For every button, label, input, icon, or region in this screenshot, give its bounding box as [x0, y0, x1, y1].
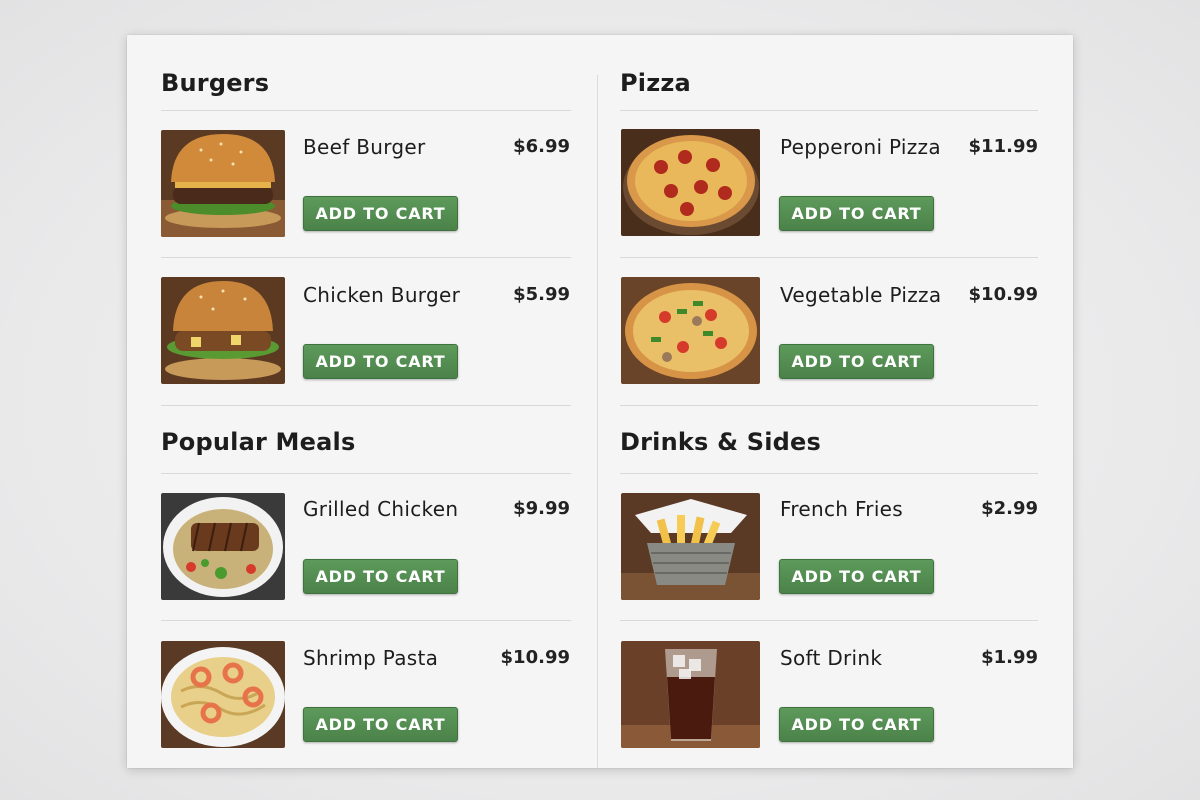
- item-price: $1.99: [981, 647, 1038, 668]
- french-fries-photo: [621, 493, 760, 600]
- divider: [161, 110, 571, 111]
- divider: [161, 405, 571, 406]
- divider: [620, 405, 1038, 406]
- section-title-drinks-sides: Drinks & Sides: [620, 428, 822, 456]
- menu-panel: Burgers Beef Burger $6.99 ADD TO CART Ch…: [127, 35, 1073, 768]
- item-price: $10.99: [500, 647, 570, 668]
- add-to-cart-button[interactable]: ADD TO CART: [779, 196, 934, 231]
- divider: [620, 473, 1038, 474]
- add-to-cart-button[interactable]: ADD TO CART: [779, 344, 934, 379]
- item-price: $9.99: [513, 498, 570, 519]
- divider: [161, 473, 571, 474]
- divider: [161, 257, 571, 258]
- column-divider: [597, 75, 598, 768]
- pepperoni-pizza-photo: [621, 129, 760, 236]
- add-to-cart-button[interactable]: ADD TO CART: [303, 344, 458, 379]
- divider: [620, 110, 1038, 111]
- chicken-burger-photo: [161, 277, 285, 384]
- item-name: Vegetable Pizza: [780, 283, 942, 307]
- section-title-popular-meals: Popular Meals: [161, 428, 356, 456]
- add-to-cart-button[interactable]: ADD TO CART: [779, 559, 934, 594]
- item-name: Soft Drink: [780, 646, 883, 670]
- item-price: $5.99: [513, 284, 570, 305]
- section-title-pizza: Pizza: [620, 69, 691, 97]
- beef-burger-photo: [161, 130, 285, 237]
- item-price: $11.99: [968, 136, 1038, 157]
- add-to-cart-button[interactable]: ADD TO CART: [303, 196, 458, 231]
- item-name: Shrimp Pasta: [303, 646, 439, 670]
- item-name: French Fries: [780, 497, 903, 521]
- vegetable-pizza-photo: [621, 277, 760, 384]
- section-title-burgers: Burgers: [161, 69, 270, 97]
- item-name: Pepperoni Pizza: [780, 135, 941, 159]
- divider: [620, 257, 1038, 258]
- item-price: $6.99: [513, 136, 570, 157]
- add-to-cart-button[interactable]: ADD TO CART: [303, 707, 458, 742]
- divider: [620, 620, 1038, 621]
- add-to-cart-button[interactable]: ADD TO CART: [779, 707, 934, 742]
- shrimp-pasta-photo: [161, 641, 285, 748]
- item-name: Beef Burger: [303, 135, 426, 159]
- item-price: $10.99: [968, 284, 1038, 305]
- item-name: Grilled Chicken: [303, 497, 459, 521]
- divider: [161, 620, 571, 621]
- grilled-chicken-photo: [161, 493, 285, 600]
- item-price: $2.99: [981, 498, 1038, 519]
- add-to-cart-button[interactable]: ADD TO CART: [303, 559, 458, 594]
- item-name: Chicken Burger: [303, 283, 461, 307]
- soft-drink-photo: [621, 641, 760, 748]
